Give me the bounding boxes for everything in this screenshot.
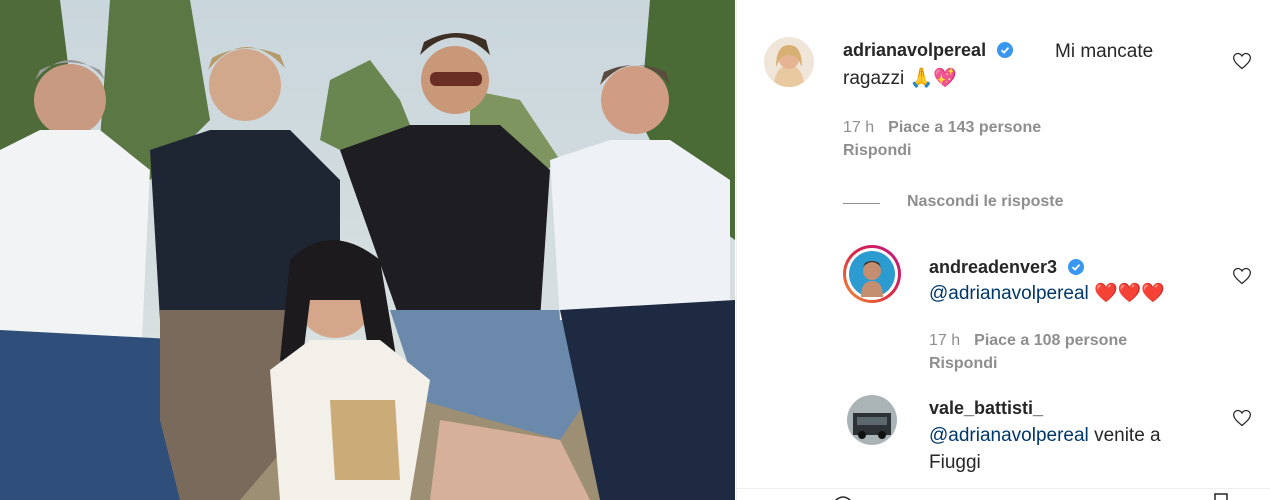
mention-link[interactable]: @adrianavolpereal: [929, 283, 1089, 304]
comment-text-part: venite a: [1094, 425, 1161, 446]
avatar[interactable]: [843, 245, 901, 303]
avatar[interactable]: [764, 37, 814, 87]
comment-username[interactable]: adrianavolpereal: [843, 40, 1014, 61]
avatar[interactable]: [847, 395, 897, 445]
verified-badge-icon: [1068, 259, 1085, 275]
reply-button[interactable]: Rispondi: [929, 355, 997, 373]
comment-text-continued: ragazzi 🙏💖: [843, 68, 957, 89]
mention-link[interactable]: @adrianavolpereal: [929, 425, 1089, 446]
bookmark-icon[interactable]: [1213, 493, 1229, 500]
comment-text-continued: Fiuggi: [929, 452, 981, 473]
comment-time: 17 h: [843, 119, 875, 136]
action-bar: [737, 488, 1270, 500]
comment-time: 17 h: [929, 332, 961, 349]
comment-username[interactable]: andreadenver3: [929, 257, 1085, 278]
likes-count[interactable]: Piace a 108 persone: [974, 332, 1127, 349]
heart-icon[interactable]: [1231, 51, 1253, 71]
heart-icon[interactable]: [1231, 266, 1253, 286]
comment-meta: 17 h Piace a 108 persone: [929, 332, 1127, 350]
verified-badge-icon: [997, 42, 1014, 58]
photo-illustration: [0, 0, 735, 500]
comment-meta: 17 h Piace a 143 persone: [843, 119, 1041, 137]
likes-count[interactable]: Piace a 143 persone: [888, 119, 1041, 136]
comment-text: @adrianavolpereal venite a: [929, 422, 1161, 449]
divider: [843, 203, 880, 204]
comment-text: Mi mancate: [1055, 41, 1154, 62]
comments-panel: adrianavolpereal Mi mancate ragazzi 🙏💖 1…: [736, 0, 1270, 500]
comment-text: @adrianavolpereal ❤️❤️❤️: [929, 280, 1165, 307]
heart-icon[interactable]: [833, 493, 853, 500]
comment-username[interactable]: vale_battisti_: [929, 398, 1043, 419]
heart-icon[interactable]: [1231, 408, 1253, 428]
comment-emoji: ❤️❤️❤️: [1094, 283, 1166, 304]
hide-replies-button[interactable]: Nascondi le risposte: [907, 193, 1064, 211]
reply-button[interactable]: Rispondi: [843, 142, 911, 160]
post-photo[interactable]: [0, 0, 735, 500]
